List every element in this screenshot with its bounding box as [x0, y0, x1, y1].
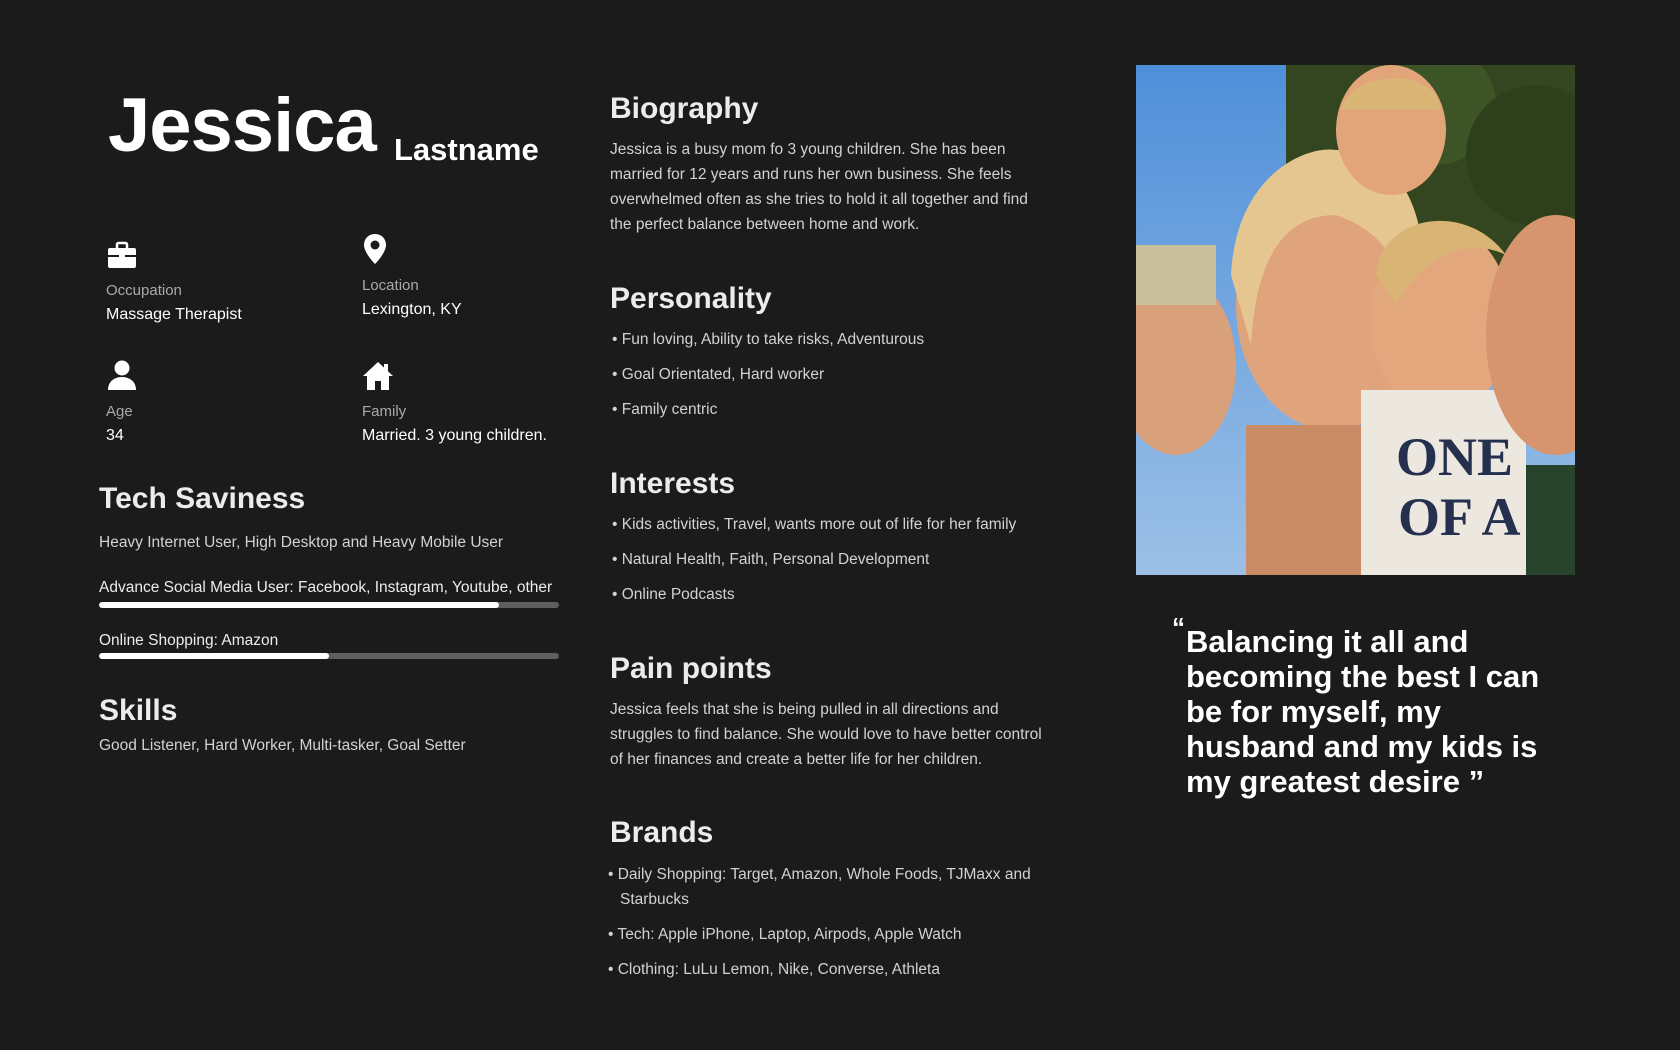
- online-shopping-progress-fill: [99, 653, 329, 659]
- skills-text: Good Listener, Hard Worker, Multi-tasker…: [99, 737, 466, 754]
- tech-saviness-heading: Tech Saviness: [99, 482, 306, 515]
- list-item: • Tech: Apple iPhone, Laptop, Airpods, A…: [608, 926, 962, 943]
- location-value: Lexington, KY: [362, 301, 462, 318]
- home-icon: [362, 360, 394, 397]
- occupation-label: Occupation: [106, 282, 182, 299]
- quote-open-mark: “: [1172, 612, 1185, 642]
- family-label: Family: [362, 403, 407, 420]
- tech-summary: Heavy Internet User, High Desktop and He…: [99, 534, 504, 551]
- biography-line: Jessica is a busy mom fo 3 young childre…: [610, 141, 1006, 158]
- quote-line: Balancing it all and: [1186, 624, 1469, 659]
- biography-text: Jessica is a busy mom fo 3 young childre…: [610, 137, 1080, 237]
- svg-text:ONE: ONE: [1396, 427, 1513, 487]
- interests-heading: Interests: [610, 467, 736, 500]
- list-item: • Fun loving, Ability to take risks, Adv…: [612, 331, 925, 348]
- pain-points-text: Jessica feels that she is being pulled i…: [610, 697, 1080, 772]
- biography-line: overwhelmed often as she tries to hold i…: [610, 191, 1028, 208]
- skills-heading: Skills: [99, 694, 178, 727]
- persona-first-name: Jessica: [108, 83, 377, 168]
- briefcase-icon: [106, 240, 138, 277]
- list-item: • Daily Shopping: Target, Amazon, Whole …: [608, 866, 1031, 908]
- quote-line: be for myself, my: [1186, 694, 1441, 729]
- persona-photo: ONE OF A: [1136, 65, 1575, 575]
- persona-quote: Balancing it all and becoming the best I…: [1186, 624, 1566, 799]
- list-item: • Online Podcasts: [612, 586, 735, 603]
- biography-line: the perfect balance between home and wor…: [610, 216, 920, 233]
- social-media-progress-fill: [99, 602, 500, 608]
- svg-text:OF A: OF A: [1398, 487, 1521, 547]
- quote-line: my greatest desire ”: [1186, 764, 1485, 799]
- pain-points-line: struggles to find balance. She would lov…: [610, 726, 1042, 743]
- biography-line: married for 12 years and runs her own bu…: [610, 166, 1012, 183]
- age-value: 34: [106, 427, 124, 444]
- pain-points-heading: Pain points: [610, 652, 772, 685]
- family-value: Married. 3 young children.: [362, 427, 547, 444]
- occupation-value: Massage Therapist: [106, 306, 242, 323]
- list-item: • Clothing: LuLu Lemon, Nike, Converse, …: [608, 961, 940, 978]
- personality-heading: Personality: [610, 282, 772, 315]
- tech-bar-label: Online Shopping: Amazon: [99, 632, 279, 649]
- list-item: • Goal Orientated, Hard worker: [612, 366, 825, 383]
- person-icon: [106, 359, 138, 396]
- quote-line: husband and my kids is: [1186, 729, 1538, 764]
- pain-points-line: of her finances and create a better life…: [610, 751, 983, 768]
- map-pin-icon: [363, 233, 387, 270]
- pain-points-line: Jessica feels that she is being pulled i…: [610, 701, 999, 718]
- persona-last-name: Lastname: [394, 132, 539, 167]
- biography-heading: Biography: [610, 92, 759, 125]
- list-item: • Family centric: [612, 401, 718, 418]
- social-media-progress-bar: [99, 602, 559, 608]
- brands-heading: Brands: [610, 816, 714, 849]
- online-shopping-progress-bar: [99, 653, 559, 659]
- tech-bar-label: Advance Social Media User: Facebook, Ins…: [99, 579, 553, 596]
- age-label: Age: [106, 403, 133, 420]
- quote-line: becoming the best I can: [1186, 659, 1540, 694]
- list-item: • Natural Health, Faith, Personal Develo…: [612, 551, 930, 568]
- location-label: Location: [362, 277, 419, 294]
- list-item: • Kids activities, Travel, wants more ou…: [612, 516, 1017, 533]
